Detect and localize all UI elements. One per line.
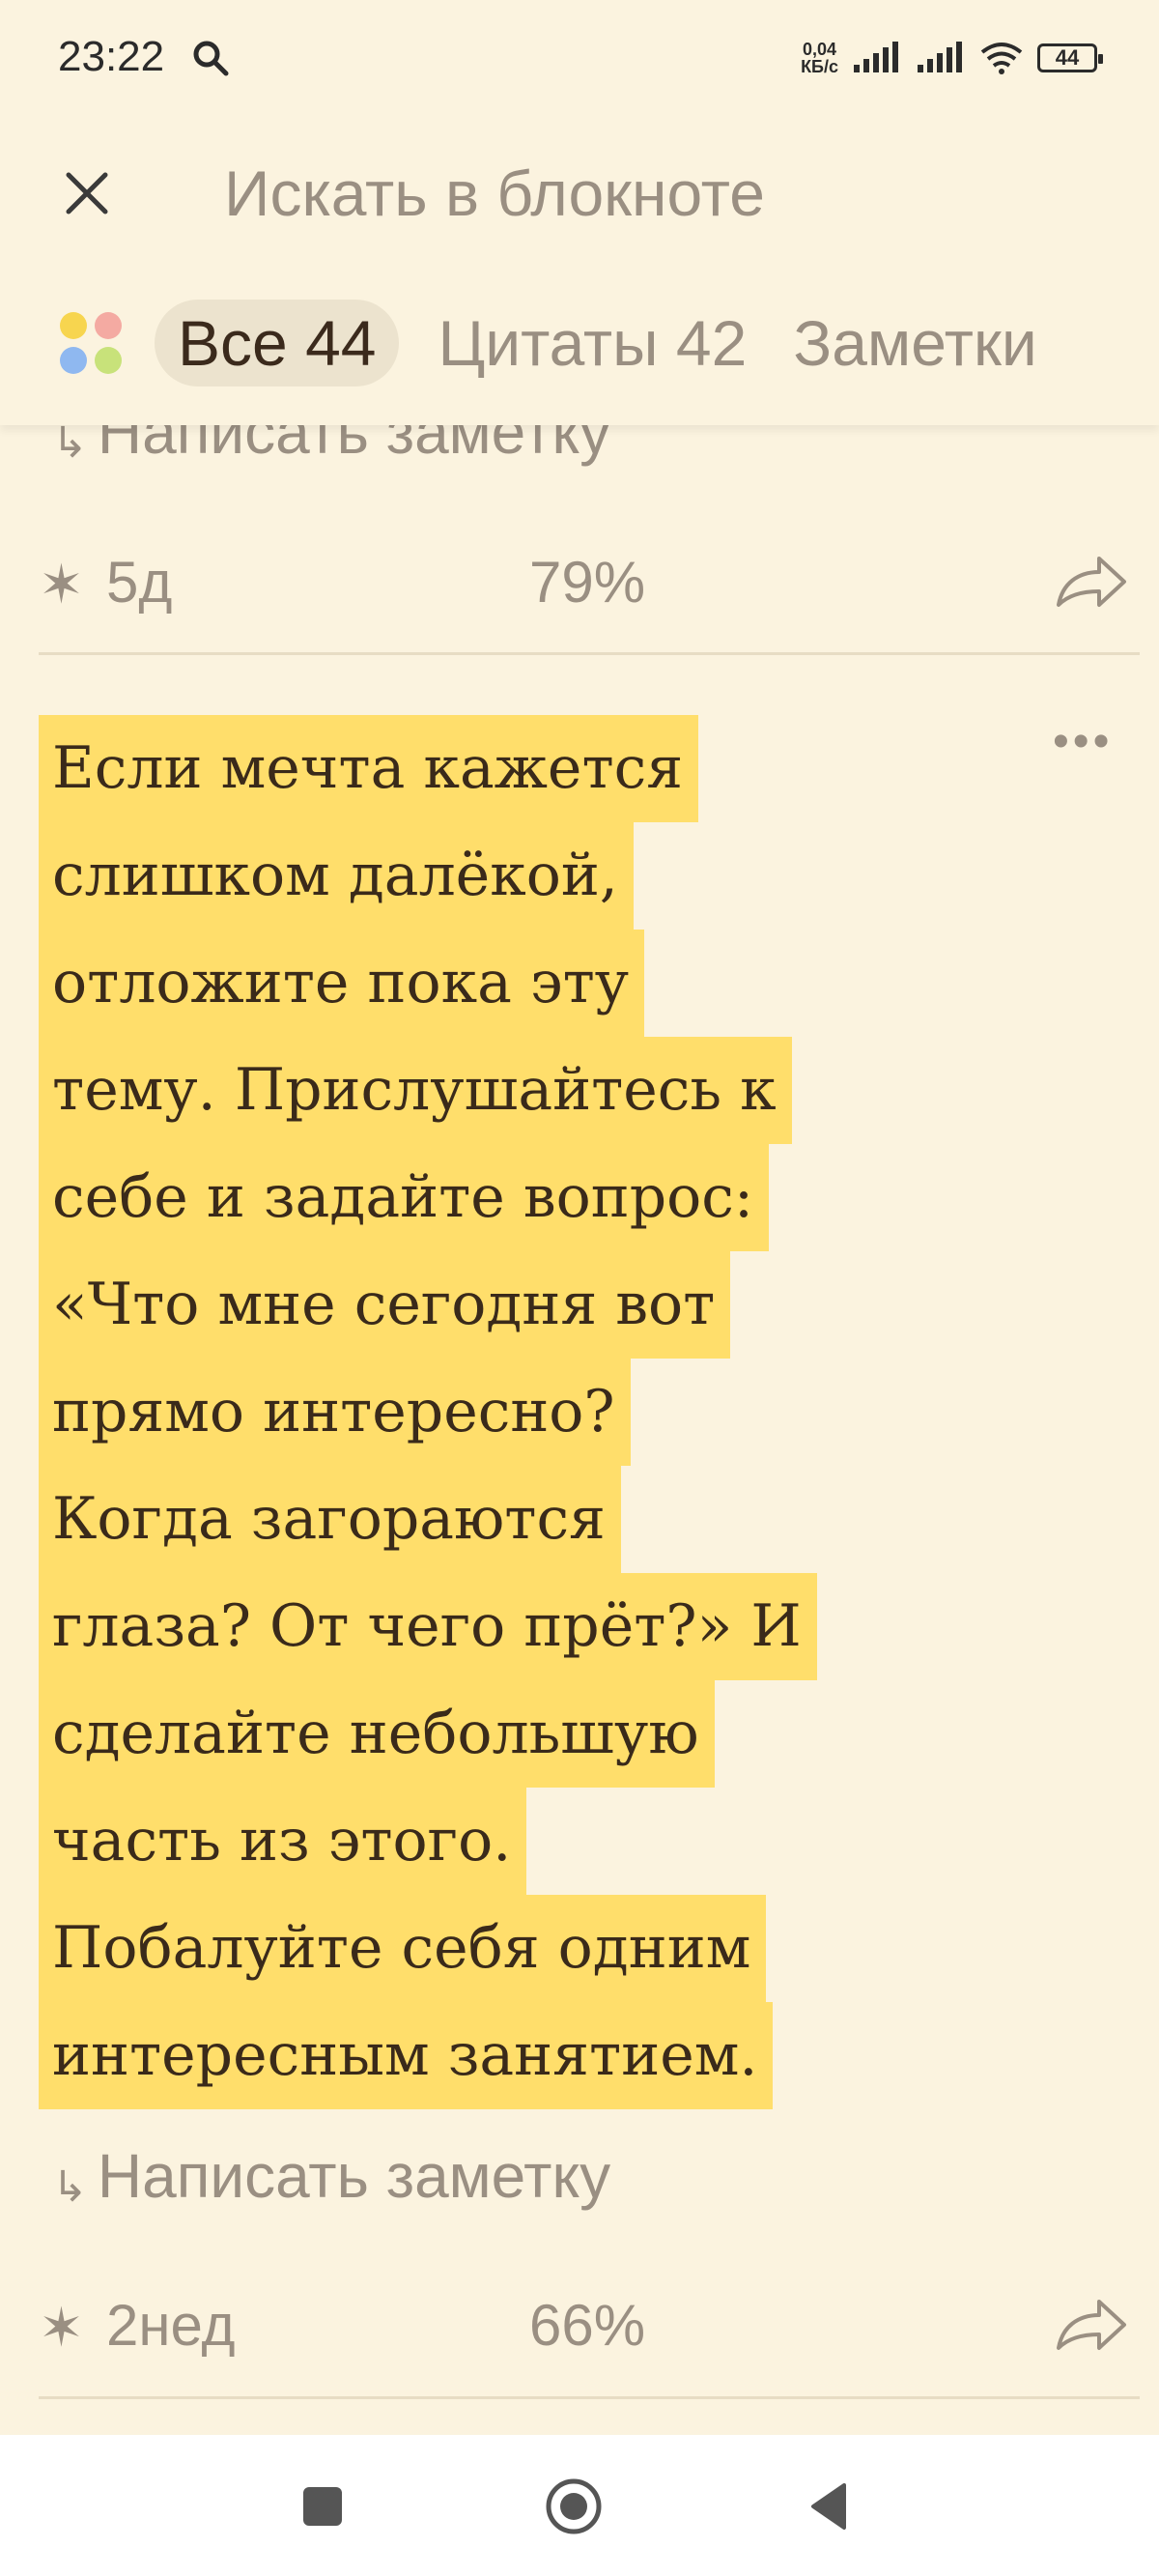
colors-filter-icon[interactable] [56,308,126,378]
signal-icon [854,42,898,72]
card-progress: 66% [529,2293,646,2358]
more-options-button[interactable]: ••• [1053,715,1113,768]
close-icon [66,172,108,215]
quote-line: сделайте небольшую [39,1680,715,1788]
back-button[interactable] [800,2477,858,2535]
search-header: Искать в блокноте Все 44 Цитаты 42 Замет… [0,116,1159,425]
quote-line: интересным занятием. [39,2002,774,2109]
share-icon[interactable] [1053,2294,1130,2358]
card-meta: ✶ 5д 79% [39,539,1130,626]
status-time: 23:22 [58,33,165,80]
quote-highlight[interactable]: Если мечта кажется слишком далёкой, отло… [39,715,1004,2109]
close-button[interactable] [48,155,126,232]
wifi-icon [980,43,1023,74]
quote-line: Если мечта кажется [39,715,699,822]
card-divider [39,652,1140,655]
quote-line: тему. Прислушайтесь к [39,1037,792,1144]
quote-line: Побалуйте себя одним [39,1895,767,2002]
star-icon[interactable]: ✶ [39,553,84,616]
search-input[interactable]: Искать в блокноте [224,155,765,232]
battery-icon: 44 [1037,43,1103,72]
home-button[interactable] [545,2477,603,2535]
card-age: 5д [106,550,173,615]
recents-button[interactable] [294,2477,352,2535]
quote-line: «Что мне сегодня вот [39,1251,731,1359]
home-circle-icon [546,2478,602,2534]
signal-icon [918,42,962,72]
search-icon [193,41,229,76]
quote-line: глаза? От чего прёт?» И [39,1573,817,1680]
system-nav-bar [0,2435,1159,2576]
quote-line: прямо интересно? [39,1359,631,1466]
tab-all[interactable]: Все 44 [155,300,400,386]
card-age: 2нед [106,2293,236,2358]
write-note-label: Написать заметку [97,2141,611,2211]
quote-line: себе и задайте вопрос: [39,1144,770,1251]
reply-arrow-icon: ↳ [52,2163,88,2211]
quote-line: Когда загораются [39,1466,621,1573]
tab-notes[interactable]: Заметки [793,300,1036,386]
star-icon[interactable]: ✶ [39,2296,84,2360]
status-icons: 0,04 КБ/с 44 [801,35,1103,81]
net-speed: 0,04 КБ/с [801,40,838,76]
share-icon[interactable] [1053,551,1130,615]
tab-quotes[interactable]: Цитаты 42 [438,300,747,386]
card-divider [39,2396,1140,2399]
status-bar: 23:22 0,04 КБ/с 44 [0,0,1159,116]
back-triangle-icon [811,2483,846,2530]
card-meta: ✶ 2нед 66% [39,2282,1130,2369]
quote-line: часть из этого. [39,1788,527,1895]
quote-line: слишком далёкой, [39,822,634,930]
filter-tabs: Все 44 Цитаты 42 Заметки [56,300,1084,386]
square-icon [303,2487,342,2526]
quote-line: отложите пока эту [39,930,645,1037]
reply-arrow-icon: ↳ [52,419,88,467]
card-progress: 79% [529,550,646,615]
write-note-button[interactable]: ↳ Написать заметку [52,2140,610,2212]
